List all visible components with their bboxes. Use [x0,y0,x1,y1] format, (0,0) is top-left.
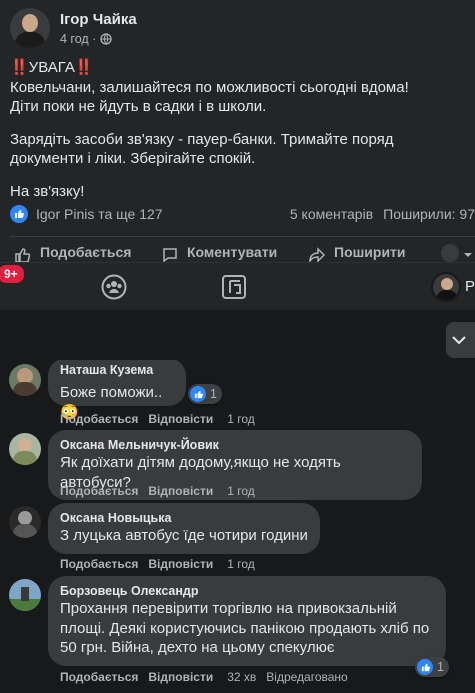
thumbs-up-icon [15,248,31,262]
post-body: ‼️УВАГА‼️ Ковельчани, залишайтеся по мож… [10,58,470,214]
comment-like-link[interactable]: Подобається [60,484,138,498]
comment-time[interactable]: 32 хв [227,670,256,684]
comment-time[interactable]: 1 год [227,484,255,498]
commenter-name[interactable]: Оксана Мельничук-Йовик [60,437,410,453]
post-line: Діти поки не йдуть в садки і в школи. [10,98,267,115]
comment-reply-link[interactable]: Відповісти [148,484,213,498]
commenter-avatar[interactable] [9,433,41,465]
comments-section: Наташа Кузема Боже поможи..😳 1 Подобаєть… [0,360,475,693]
comment-reply-link[interactable]: Відповісти [148,412,213,426]
comments-count[interactable]: 5 коментарів [290,206,373,222]
commenter-name[interactable]: Оксана Новыцька [60,510,308,526]
post-actions: Подобається Коментувати Поширити [0,244,475,262]
comment-actions: Подобається Відповісти 1 год [60,557,255,571]
like-reaction-icon[interactable] [10,205,28,223]
scroll-down-button[interactable] [446,322,475,358]
notifications-badge[interactable]: 9+ [0,263,26,285]
comment-text-line: 50 грн. Війна, дехто на цьому спекулює [60,639,335,656]
comment-like-link[interactable]: Подобається [60,557,138,571]
stats-right: 5 коментарів Поширили: 97 [290,206,475,222]
profile-avatar[interactable] [431,272,461,302]
comment-reactions[interactable]: 1 [415,657,449,677]
comment-actions: Подобається Відповісти 1 год [60,412,255,426]
share-icon [309,247,326,262]
comment-time[interactable]: 1 год [227,412,255,426]
comment-reply-link[interactable]: Відповісти [148,557,213,571]
comment-bubble: Борзовець Олександр Прохання перевірити … [48,576,446,666]
post-card: Ігор Чайка 4 год · ‼️УВАГА‼️ Ковельчани,… [0,0,475,262]
post-line: Зарядіть засоби зв'язку - пауер-банки. Т… [10,130,394,148]
comment-actions: Подобається Відповісти 32 хв Відредагова… [60,670,348,684]
comment-bubble: Наташа Кузема Боже поможи..😳 [48,360,186,421]
small-avatar [441,244,459,262]
share-label: Поширити [334,244,406,260]
comment-icon [163,248,177,262]
post-header: Ігор Чайка 4 год · [10,8,137,48]
comment-label: Коментувати [187,244,278,260]
reaction-count: 1 [437,660,444,674]
commenter-name[interactable]: Борзовець Олександр [60,583,434,599]
comment-text-line: Прохання перевірити торгівлю на привокза… [60,600,397,617]
author-name[interactable]: Ігор Чайка [60,11,137,28]
reaction-count: 1 [210,387,217,401]
chevron-down-icon [452,336,466,345]
caret-down-icon [464,253,472,257]
post-stats: Igor Pinis та ще 127 5 коментарів Пошири… [10,204,475,224]
comment-reply-link[interactable]: Відповісти [148,670,213,684]
share-button[interactable]: Поширити [294,244,441,262]
comment-edited[interactable]: Відредаговано [266,670,347,684]
commenter-avatar[interactable] [9,364,41,396]
post-time-text[interactable]: 4 год · [60,32,96,46]
author-avatar[interactable] [10,8,50,48]
post-line: документи і ліки. Зберігайте спокій. [10,150,256,167]
comment-like-link[interactable]: Подобається [60,412,138,426]
like-label: Подобається [40,244,132,260]
like-button[interactable]: Подобається [0,244,147,262]
comment-reactions[interactable]: 1 [188,384,222,404]
divider [10,236,475,237]
post-timestamp[interactable]: 4 год · [60,32,137,46]
bottom-nav: 9+ Ро [0,262,475,310]
profile-label[interactable]: Ро [465,278,475,295]
gaming-icon[interactable] [221,274,247,300]
reactors-summary[interactable]: Igor Pinis та ще 127 [36,206,163,222]
globe-icon [100,33,112,45]
comment-button[interactable]: Коментувати [147,244,294,262]
comment-time[interactable]: 1 год [227,557,255,571]
comment-text-line: площі. Деякі користуючись панікою продаю… [60,619,430,637]
comment-actions: Подобається Відповісти 1 год [60,484,255,498]
author-meta: Ігор Чайка 4 год · [60,11,137,46]
comment-like-link[interactable]: Подобається [60,670,138,684]
post-line: Ковельчани, залишайтеся по можливості сь… [10,78,409,96]
like-reaction-icon [417,659,433,675]
post-title-line: ‼️УВАГА‼️ [10,59,94,76]
comment-bubble: Оксана Новыцька З луцька автобус їде чот… [48,503,320,554]
comment-text: З луцька автобус їде чотири години [60,527,308,544]
groups-icon[interactable] [101,274,127,300]
commenter-name[interactable]: Наташа Кузема [60,362,174,378]
post-line: На зв'язку! [10,182,85,200]
shares-count[interactable]: Поширили: 97 [383,206,475,222]
commenter-avatar[interactable] [9,506,41,538]
like-reaction-icon [190,386,206,402]
reaction-as-selector[interactable] [441,244,473,262]
commenter-avatar[interactable] [9,579,41,611]
